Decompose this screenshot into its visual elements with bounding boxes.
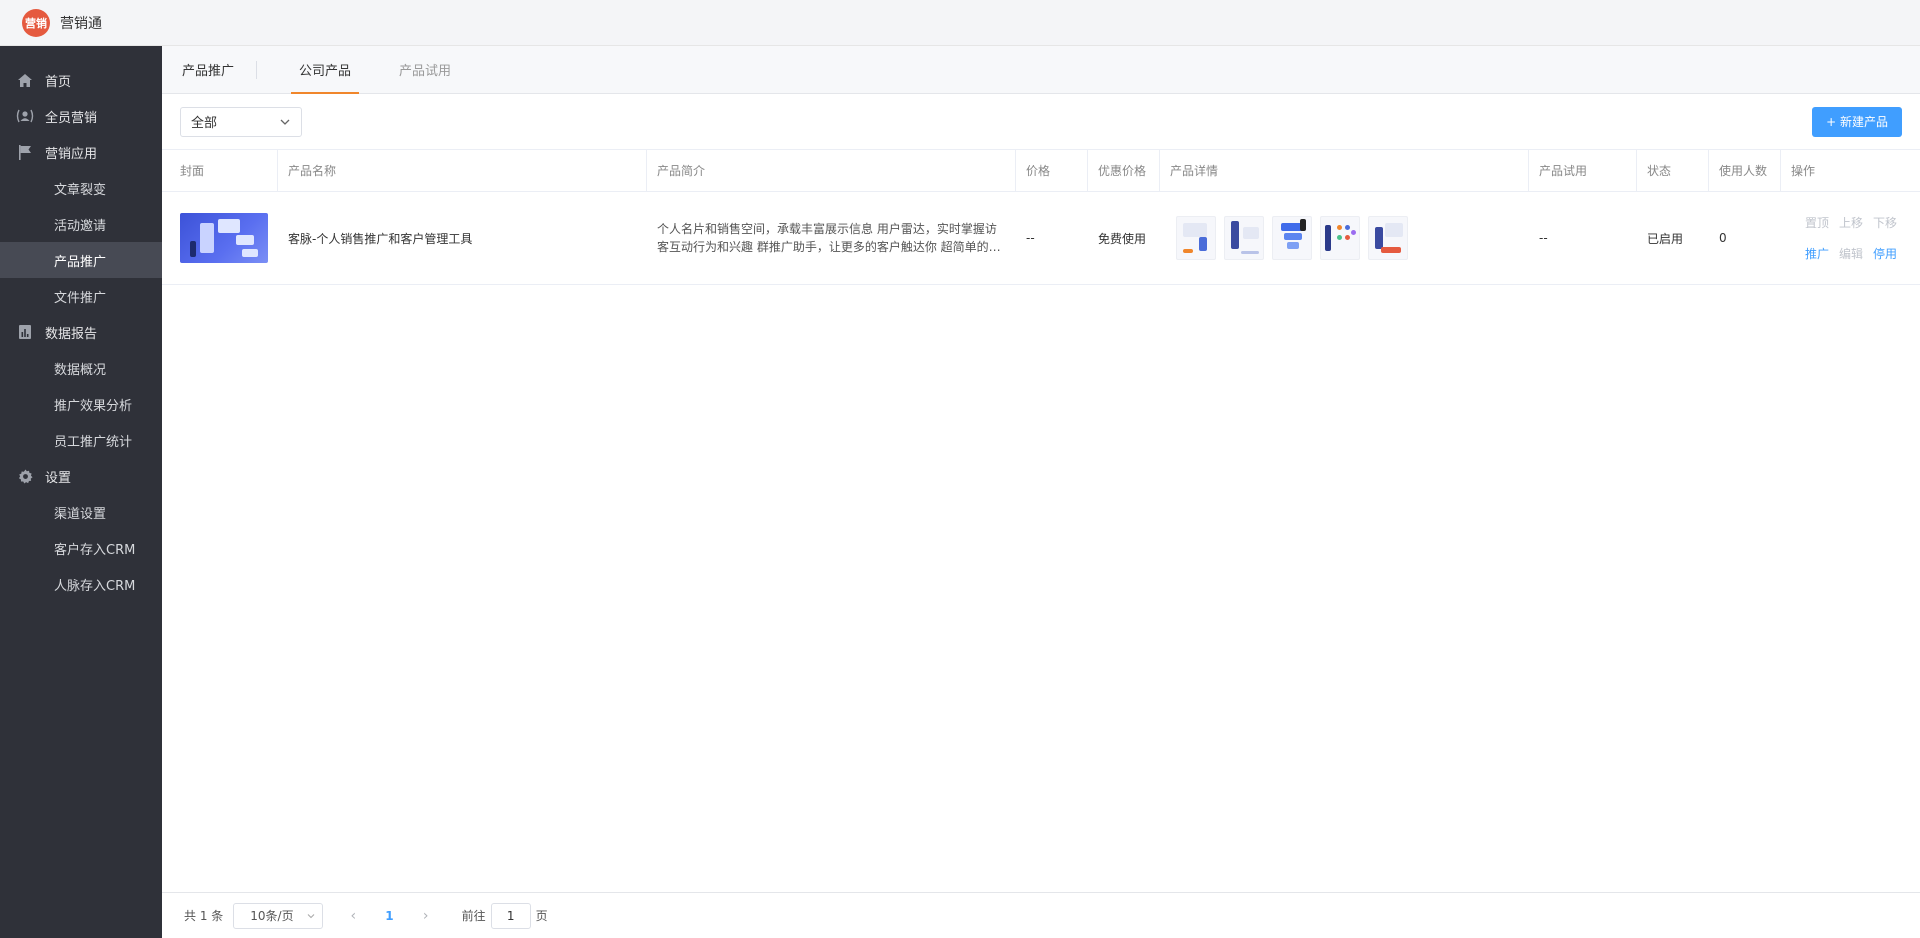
tab-divider (256, 60, 258, 79)
column-header-trial: 产品试用 (1529, 149, 1637, 192)
product-intro: 个人名片和销售空间，承载丰富展示信息 用户雷达，实时掌握访客互动行为和兴趣 群推… (657, 222, 1001, 254)
sidebar-item-product-promotion[interactable]: 产品推广 (0, 242, 162, 278)
page-size-select[interactable]: 10条/页 (233, 902, 324, 929)
column-header-name: 产品名称 (278, 149, 647, 192)
table-row: 客脉-个人销售推广和客户管理工具 个人名片和销售空间，承载丰富展示信息 用户雷达… (162, 192, 1920, 285)
move-down-button[interactable]: 下移 (1873, 214, 1897, 231)
next-page-button[interactable]: › (416, 908, 436, 924)
app-name: 营销通 (60, 15, 102, 32)
sidebar-item-event-invite[interactable]: 活动邀请 (0, 206, 162, 242)
app-logo[interactable]: 营销 (22, 8, 50, 37)
sidebar-item-label: 设置 (45, 470, 72, 486)
column-header-status: 状态 (1637, 149, 1709, 192)
column-header-intro: 产品简介 (647, 149, 1016, 192)
sidebar-item-label: 数据报告 (45, 326, 98, 342)
product-trial: -- (1539, 231, 1548, 245)
toolbar: 全部 + 新建产品 (162, 94, 1920, 150)
new-product-button[interactable]: + 新建产品 (1812, 106, 1902, 137)
details-cell (1160, 192, 1529, 285)
column-header-cover: 封面 (162, 149, 278, 192)
pagination-total: 共 1 条 (184, 909, 224, 923)
users-icon (16, 108, 34, 124)
sidebar-item-data-overview[interactable]: 数据概况 (0, 350, 162, 386)
report-icon (16, 324, 34, 340)
sidebar-item-marketing-apps[interactable]: 营销应用 (0, 134, 162, 170)
page-number[interactable]: 1 (385, 909, 393, 923)
disable-button[interactable]: 停用 (1873, 245, 1897, 262)
column-header-actions: 操作 (1791, 164, 1816, 178)
table-header: 封面 产品名称 产品简介 价格 优惠价格 产品详情 产品试用 状态 使用人数 操… (162, 149, 1920, 192)
intro-cell: 个人名片和销售空间，承载丰富展示信息 用户雷达，实时掌握访客互动行为和兴趣 群推… (647, 192, 1016, 285)
detail-thumbnail[interactable] (1320, 216, 1360, 260)
main-content: 产品推广 公司产品 产品试用 全部 + 新建产品 封面 产品名称 产品简介 价格… (162, 46, 1920, 938)
pin-top-button[interactable]: 置顶 (1805, 214, 1829, 231)
sidebar-item-label: 营销应用 (45, 146, 98, 162)
cover-cell (162, 192, 278, 285)
home-icon (16, 72, 34, 88)
sidebar-item-all-staff[interactable]: 全员营销 (0, 98, 162, 134)
sidebar-item-customer-crm[interactable]: 客户存入CRM (0, 530, 162, 566)
category-filter-value: 全部 (191, 116, 218, 131)
column-header-users: 使用人数 (1709, 149, 1781, 192)
sidebar-item-contacts-crm[interactable]: 人脉存入CRM (0, 566, 162, 602)
product-price: -- (1026, 231, 1035, 245)
actions-cell: 置顶 上移 下移 推广 编辑 停用 (1781, 192, 1920, 285)
product-user-count: 0 (1719, 231, 1727, 245)
sidebar-item-promotion-analysis[interactable]: 推广效果分析 (0, 386, 162, 422)
chevron-down-icon (280, 119, 290, 125)
tab-company-products[interactable]: 公司产品 (277, 46, 373, 94)
chevron-down-icon (307, 913, 315, 918)
sidebar: 首页 全员营销 营销应用 文章裂变 活动邀请 产品推广 文件推广 数据报告 数据… (0, 46, 162, 938)
flag-icon (16, 144, 34, 160)
tab-product-trial[interactable]: 产品试用 (385, 46, 465, 93)
column-header-details: 产品详情 (1160, 149, 1529, 192)
page-size-value: 10条/页 (250, 909, 294, 923)
product-status: 已启用 (1647, 231, 1684, 246)
goto-page-input[interactable] (490, 902, 531, 929)
pagination: 共 1 条 10条/页 ‹ 1 › 前往 页 (162, 892, 1920, 938)
edit-button[interactable]: 编辑 (1839, 245, 1863, 262)
promote-button[interactable]: 推广 (1805, 245, 1829, 262)
move-up-button[interactable]: 上移 (1839, 214, 1863, 231)
detail-thumbnail[interactable] (1176, 216, 1216, 260)
sidebar-item-label: 全员营销 (45, 110, 98, 126)
sidebar-item-home[interactable]: 首页 (0, 62, 162, 98)
product-name: 客脉-个人销售推广和客户管理工具 (288, 231, 473, 246)
column-header-discount-price: 优惠价格 (1088, 149, 1160, 192)
sidebar-item-staff-stats[interactable]: 员工推广统计 (0, 422, 162, 458)
sidebar-item-article-fission[interactable]: 文章裂变 (0, 170, 162, 206)
tab-product-promotion[interactable]: 产品推广 (182, 46, 248, 93)
prev-page-button[interactable]: ‹ (343, 908, 363, 924)
sidebar-item-data-report[interactable]: 数据报告 (0, 314, 162, 350)
detail-thumbnail[interactable] (1368, 216, 1408, 260)
detail-thumbnail[interactable] (1272, 216, 1312, 260)
goto-label: 前往 (461, 909, 486, 923)
sidebar-item-file-promotion[interactable]: 文件推广 (0, 278, 162, 314)
sidebar-item-label: 首页 (45, 74, 72, 90)
page-suffix-label: 页 (535, 909, 548, 923)
category-filter-select[interactable]: 全部 (180, 106, 302, 137)
product-cover-image[interactable] (180, 213, 268, 263)
sidebar-item-settings[interactable]: 设置 (0, 458, 162, 494)
detail-thumbnail[interactable] (1224, 216, 1264, 260)
gear-icon (16, 468, 34, 484)
column-header-price: 价格 (1016, 149, 1088, 192)
sidebar-item-channel-settings[interactable]: 渠道设置 (0, 494, 162, 530)
tab-bar: 产品推广 公司产品 产品试用 (162, 46, 1920, 94)
product-discount-price: 免费使用 (1098, 231, 1147, 246)
top-bar: 营销 营销通 (0, 0, 1920, 46)
